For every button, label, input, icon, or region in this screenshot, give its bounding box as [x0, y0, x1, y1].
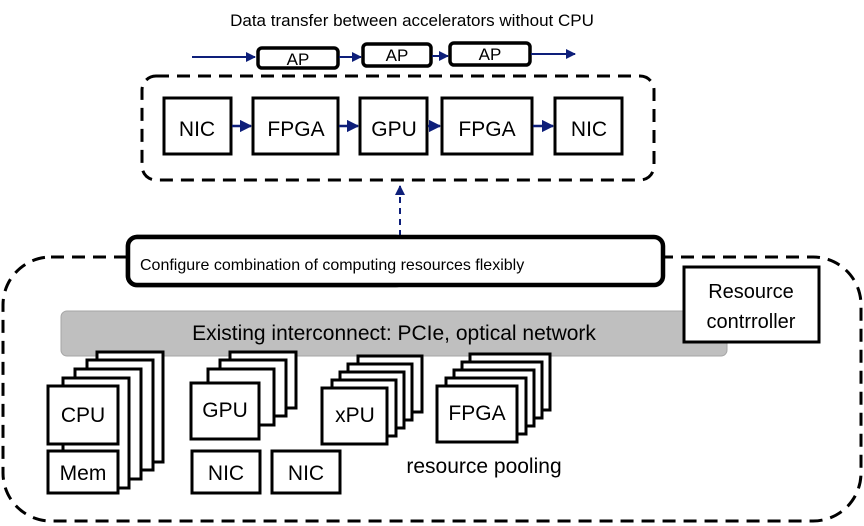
diagram-canvas: Data transfer between accelerators witho… — [1, 11, 863, 523]
ap-label-3: AP — [479, 45, 502, 64]
mem-label: Mem — [60, 462, 107, 485]
top-caption: Data transfer between accelerators witho… — [230, 11, 594, 30]
chain-label: NIC — [571, 118, 607, 141]
fpga-label: FPGA — [448, 402, 505, 425]
resource-pooling-caption: resource pooling — [406, 455, 561, 478]
nic-label: NIC — [288, 462, 324, 485]
ap-flow: AP AP AP — [192, 41, 576, 70]
chain-label: GPU — [371, 118, 417, 141]
interconnect-label: Existing interconnect: PCIe, optical net… — [192, 322, 596, 345]
xpu-label: xPU — [335, 404, 375, 427]
fpga-stack: FPGA — [435, 352, 552, 444]
gpu-label: GPU — [202, 399, 248, 422]
accelerator-chain: NIC FPGA GPU FPGA NIC — [162, 96, 624, 156]
cpu-stack: CPU Mem — [46, 350, 165, 495]
gpu-stack: GPU — [189, 350, 298, 441]
xpu-stack: xPU — [320, 354, 424, 446]
nic-label: NIC — [208, 462, 244, 485]
ap-label-2: AP — [386, 46, 409, 65]
chain-label: FPGA — [458, 118, 515, 141]
cpu-label: CPU — [61, 404, 105, 427]
ap-label-1: AP — [287, 50, 310, 69]
resource-controller-label: Resource — [708, 281, 794, 303]
chain-label: FPGA — [267, 118, 324, 141]
configure-label: Configure combination of computing resou… — [140, 257, 524, 274]
chain-label: NIC — [179, 118, 215, 141]
resource-controller-label: contrroller — [707, 311, 796, 333]
